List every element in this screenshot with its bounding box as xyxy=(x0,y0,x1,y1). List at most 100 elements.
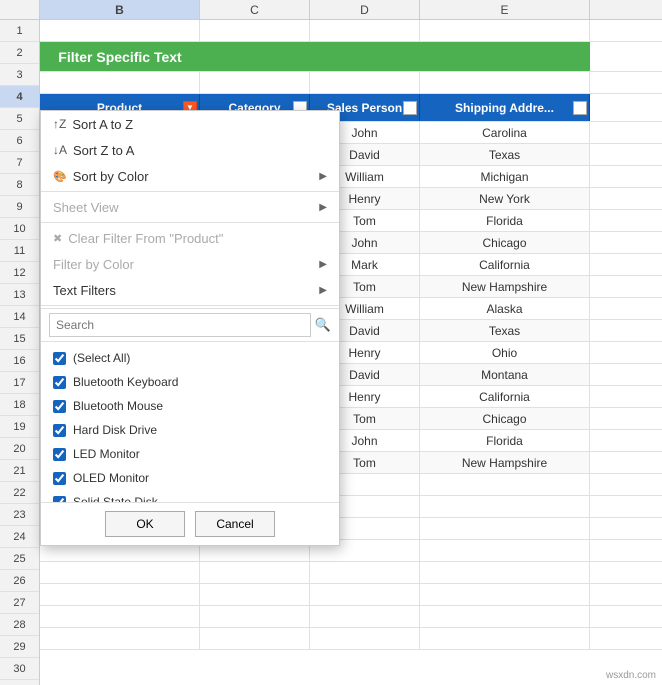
table-row xyxy=(40,628,662,650)
filter-dropdown: ↑Z Sort A to Z ↓A Sort Z to A 🎨 Sort by … xyxy=(40,110,340,546)
sort-color-icon: 🎨 xyxy=(53,170,67,183)
checkbox-led-monitor-input[interactable] xyxy=(53,448,66,461)
separator-2 xyxy=(41,222,339,223)
checkbox-solid-state-disk-input[interactable] xyxy=(53,496,66,503)
row-num-9: 9 xyxy=(0,196,39,218)
checkbox-oled-monitor-input[interactable] xyxy=(53,472,66,485)
cell-addr-13: Alaska xyxy=(420,298,590,319)
cancel-button[interactable]: Cancel xyxy=(195,511,275,537)
row-num-10: 10 xyxy=(0,218,39,240)
separator-1 xyxy=(41,191,339,192)
cell-c3 xyxy=(200,72,310,93)
search-box: 🔍 xyxy=(41,308,339,342)
sort-z-a-item[interactable]: ↓A Sort Z to A xyxy=(41,137,339,163)
cell-addr-11: California xyxy=(420,254,590,275)
cell-addr-14: Texas xyxy=(420,320,590,341)
search-icon: 🔍 xyxy=(315,317,331,333)
row-num-3: 3 xyxy=(0,64,39,86)
row-num-15: 15 xyxy=(0,328,39,350)
row-num-24: 24 xyxy=(0,526,39,548)
row-num-20: 20 xyxy=(0,438,39,460)
sheet-view-item: Sheet View ▶ xyxy=(41,194,339,220)
sort-color-label: Sort by Color xyxy=(73,169,149,184)
checkbox-oled-monitor[interactable]: OLED Monitor xyxy=(41,466,339,490)
checkbox-hard-disk-drive[interactable]: Hard Disk Drive xyxy=(41,418,339,442)
cell-c1 xyxy=(200,20,310,41)
checkbox-oled-monitor-label: OLED Monitor xyxy=(73,471,149,485)
checkbox-bluetooth-keyboard[interactable]: Bluetooth Keyboard xyxy=(41,370,339,394)
checkbox-solid-state-disk[interactable]: Solid State Disk xyxy=(41,490,339,502)
filter-button-shipping[interactable]: ▼ xyxy=(573,101,587,115)
sort-za-label: Sort Z to A xyxy=(73,143,134,158)
sort-a-z-item[interactable]: ↑Z Sort A to Z xyxy=(41,111,339,137)
row-num-26: 26 xyxy=(0,570,39,592)
checkbox-select-all-label: (Select All) xyxy=(73,351,130,365)
title-e2 xyxy=(420,42,590,71)
sort-color-arrow: ▶ xyxy=(319,171,327,182)
cell-addr-5: Carolina xyxy=(420,122,590,143)
filter-button-sales-person[interactable]: ▼ xyxy=(403,101,417,115)
row-num-12: 12 xyxy=(0,262,39,284)
cell-addr-19: Florida xyxy=(420,430,590,451)
checkbox-select-all-input[interactable] xyxy=(53,352,66,365)
cell-addr-18: Chicago xyxy=(420,408,590,429)
filter-color-arrow: ▶ xyxy=(319,259,327,270)
row-num-18: 18 xyxy=(0,394,39,416)
table-row xyxy=(40,606,662,628)
row-num-30: 30 xyxy=(0,658,39,680)
checkbox-led-monitor-label: LED Monitor xyxy=(73,447,140,461)
title-cell: Filter Specific Text xyxy=(40,42,200,71)
column-headers: B C D E xyxy=(0,0,662,20)
checkbox-bluetooth-keyboard-input[interactable] xyxy=(53,376,66,389)
row-num-27: 27 xyxy=(0,592,39,614)
cell-e3 xyxy=(420,72,590,93)
search-input[interactable] xyxy=(49,313,311,337)
header-shipping: Shipping Addre... ▼ xyxy=(420,94,590,121)
row-num-4: 4 xyxy=(0,86,39,108)
checkbox-bluetooth-keyboard-label: Bluetooth Keyboard xyxy=(73,375,178,389)
row-num-28: 28 xyxy=(0,614,39,636)
filter-color-label: Filter by Color xyxy=(53,257,134,272)
checkbox-bluetooth-mouse-input[interactable] xyxy=(53,400,66,413)
checkbox-bluetooth-mouse[interactable]: Bluetooth Mouse xyxy=(41,394,339,418)
row-num-16: 16 xyxy=(0,350,39,372)
text-filters-item[interactable]: Text Filters ▶ xyxy=(41,277,339,303)
row-3 xyxy=(40,72,662,94)
sort-az-label: Sort A to Z xyxy=(72,117,133,132)
row-2: Filter Specific Text xyxy=(40,42,662,72)
row-num-23: 23 xyxy=(0,504,39,526)
checkbox-led-monitor[interactable]: LED Monitor xyxy=(41,442,339,466)
cell-d3 xyxy=(310,72,420,93)
ok-button[interactable]: OK xyxy=(105,511,185,537)
sort-az-icon: ↑Z xyxy=(53,117,66,131)
filter-by-color-item: Filter by Color ▶ xyxy=(41,251,339,277)
cell-e1 xyxy=(420,20,590,41)
title-d2 xyxy=(310,42,420,71)
sort-by-color-item[interactable]: 🎨 Sort by Color ▶ xyxy=(41,163,339,189)
row-1 xyxy=(40,20,662,42)
checkbox-list: (Select All) Bluetooth Keyboard Bluetoot… xyxy=(41,342,339,502)
row-num-7: 7 xyxy=(0,152,39,174)
row-num-1: 1 xyxy=(0,20,39,42)
row-num-2: 2 xyxy=(0,42,39,64)
clear-filter-item: ✖ Clear Filter From "Product" xyxy=(41,225,339,251)
col-header-c: C xyxy=(200,0,310,19)
clear-filter-icon: ✖ xyxy=(53,232,62,245)
cell-b1 xyxy=(40,20,200,41)
row-num-19: 19 xyxy=(0,416,39,438)
row-num-29: 29 xyxy=(0,636,39,658)
row-num-21: 21 xyxy=(0,460,39,482)
sheet-view-label: Sheet View xyxy=(53,200,119,215)
table-row xyxy=(40,584,662,606)
shipping-label: Shipping Addre... xyxy=(455,101,554,115)
checkbox-hard-disk-drive-input[interactable] xyxy=(53,424,66,437)
col-header-e: E xyxy=(420,0,590,19)
separator-3 xyxy=(41,305,339,306)
title-c2 xyxy=(200,42,310,71)
corner-cell xyxy=(0,0,40,19)
cell-addr-15: Ohio xyxy=(420,342,590,363)
text-filters-label: Text Filters xyxy=(53,283,116,298)
cell-addr-6: Texas xyxy=(420,144,590,165)
row-num-11: 11 xyxy=(0,240,39,262)
checkbox-select-all[interactable]: (Select All) xyxy=(41,346,339,370)
